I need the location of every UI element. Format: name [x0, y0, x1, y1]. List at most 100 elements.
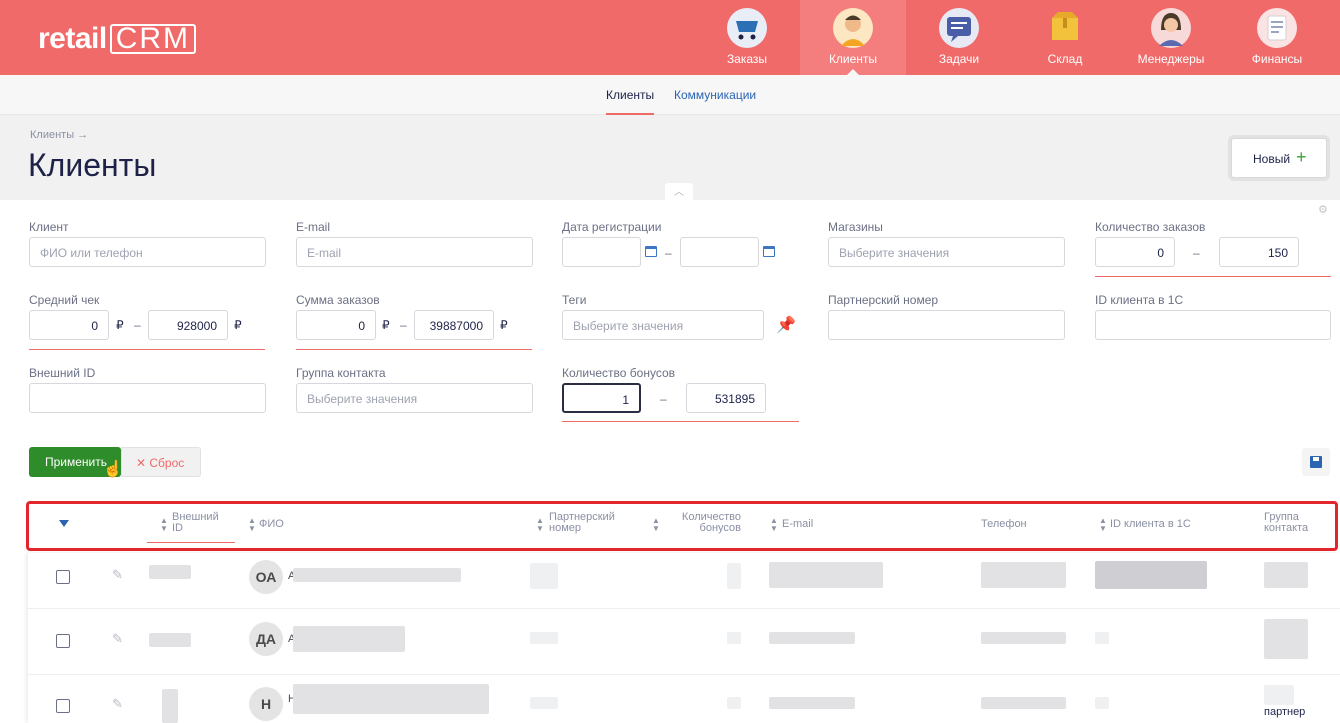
- sort-icon[interactable]: ▲ ▼: [1099, 517, 1107, 533]
- row-checkbox[interactable]: [56, 570, 70, 584]
- filter-email-label: E-mail: [296, 220, 331, 234]
- redacted-contact-group: [1264, 685, 1294, 705]
- nav-tasks[interactable]: Задачи: [906, 0, 1012, 75]
- redacted-client-name[interactable]: [293, 568, 461, 582]
- col-external-id[interactable]: Внешний ID: [172, 512, 219, 534]
- bonus-count-to-input[interactable]: 531895: [686, 383, 766, 413]
- reg-date-to-input[interactable]: [680, 237, 759, 267]
- col-partner-number[interactable]: Партнерский номер: [549, 512, 615, 534]
- external-id-input[interactable]: [29, 383, 266, 413]
- redacted-bonuses: [727, 563, 741, 589]
- redacted-client-name[interactable]: [293, 684, 489, 714]
- contact-group-select[interactable]: Выберите значения: [296, 383, 533, 413]
- email-input[interactable]: E-mail: [296, 237, 533, 267]
- tasks-chat-icon: [939, 8, 979, 48]
- avatar: ДА: [249, 622, 283, 656]
- bonus-count-from-input[interactable]: 1: [562, 383, 641, 413]
- subtab-communications[interactable]: Коммуникации: [674, 88, 756, 102]
- nav-managers[interactable]: Менеджеры: [1118, 0, 1224, 75]
- redacted-external-id: [162, 689, 178, 723]
- col-id-1c[interactable]: ID клиента в 1С: [1110, 519, 1191, 530]
- sort-icon[interactable]: ▲ ▼: [652, 517, 660, 533]
- calendar-icon[interactable]: [645, 246, 657, 257]
- redacted-email: [769, 632, 855, 644]
- col-bonuses[interactable]: Количество бонусов: [681, 512, 741, 534]
- col-fio[interactable]: ФИО: [259, 519, 284, 530]
- orders-count-from-input[interactable]: 0: [1095, 237, 1175, 267]
- redacted-partner-number: [530, 563, 558, 589]
- top-navigation-bar: retail CRM Заказы Клиенты Задачи Склад Ме…: [0, 0, 1340, 75]
- nav-clients[interactable]: Клиенты: [800, 0, 906, 75]
- tags-select[interactable]: Выберите значения: [562, 310, 764, 340]
- breadcrumb[interactable]: Клиенты →: [30, 129, 88, 141]
- col-phone[interactable]: Телефон: [981, 519, 1027, 530]
- sort-icon[interactable]: ▲ ▼: [248, 517, 256, 533]
- subtab-clients[interactable]: Клиенты: [606, 88, 655, 115]
- table-row[interactable]: ✎ ОА А: [28, 543, 1340, 609]
- redacted-partner-number: [530, 632, 558, 644]
- client-search-input[interactable]: ФИО или телефон: [29, 237, 266, 267]
- id-1c-input[interactable]: [1095, 310, 1331, 340]
- nav-finance[interactable]: Финансы: [1224, 0, 1330, 75]
- edit-pencil-icon[interactable]: ✎: [112, 696, 123, 712]
- edit-pencil-icon[interactable]: ✎: [112, 631, 123, 647]
- new-client-button[interactable]: Новый +: [1231, 138, 1327, 178]
- manager-avatar-icon: [1151, 8, 1191, 48]
- gear-icon[interactable]: ⚙: [1318, 203, 1328, 216]
- filter-partner-number-label: Партнерский номер: [828, 293, 939, 307]
- sort-icon[interactable]: ▲ ▼: [536, 517, 544, 533]
- avatar: ОА: [249, 560, 283, 594]
- active-filter-underline: [1095, 276, 1331, 277]
- avg-check-to-input[interactable]: 928000: [148, 310, 228, 340]
- row-checkbox[interactable]: [56, 634, 70, 648]
- row-checkbox[interactable]: [56, 699, 70, 713]
- save-filter-button[interactable]: [1302, 448, 1330, 476]
- chevron-up-icon[interactable]: ︿: [665, 183, 693, 200]
- hand-cursor-icon: ☝: [103, 461, 123, 478]
- filter-orders-sum-label: Сумма заказов: [296, 293, 380, 307]
- plus-icon: +: [1296, 147, 1307, 167]
- redacted-bonuses: [727, 697, 741, 709]
- shops-select[interactable]: Выберите значения: [828, 237, 1065, 267]
- col-email[interactable]: E-mail: [782, 519, 813, 530]
- avg-check-from-input[interactable]: 0: [29, 310, 109, 340]
- active-filter-underline: [562, 421, 799, 422]
- nav-orders-label: Заказы: [726, 52, 768, 66]
- redacted-external-id: [149, 565, 191, 579]
- orders-count-to-input[interactable]: 150: [1219, 237, 1299, 267]
- warehouse-box-icon: [1045, 8, 1085, 48]
- caret-down-icon[interactable]: [59, 520, 69, 527]
- orders-count-separator: –: [1193, 246, 1200, 260]
- nav-finance-label: Финансы: [1251, 52, 1303, 66]
- sort-icon[interactable]: ▲ ▼: [160, 517, 168, 533]
- reset-filter-button[interactable]: ✕ Сброс: [121, 447, 201, 477]
- redacted-phone: [981, 697, 1066, 709]
- nav-warehouse[interactable]: Склад: [1012, 0, 1118, 75]
- contact-group-partial: партнер: [1264, 706, 1306, 718]
- page-header: Клиенты → Клиенты Новый + ︿: [0, 115, 1340, 200]
- edit-pencil-icon[interactable]: ✎: [112, 567, 123, 583]
- active-filter-underline: [296, 349, 532, 350]
- filter-reg-date-label: Дата регистрации: [562, 220, 662, 234]
- redacted-contact-group: [1264, 619, 1308, 659]
- filter-orders-count-label: Количество заказов: [1095, 220, 1206, 234]
- close-icon: ✕: [136, 456, 150, 470]
- table-row[interactable]: ✎ ДА А: [28, 609, 1340, 675]
- partner-number-input[interactable]: [828, 310, 1065, 340]
- redacted-client-name[interactable]: [293, 626, 405, 652]
- calendar-icon[interactable]: [763, 246, 775, 257]
- col-contact-group[interactable]: Группа контакта: [1264, 512, 1308, 534]
- table-row[interactable]: ✎ Н Н партнер: [28, 675, 1340, 723]
- ruble-sign: ₽: [116, 318, 124, 332]
- orders-sum-to-input[interactable]: 39887000: [414, 310, 494, 340]
- orders-sum-from-input[interactable]: 0: [296, 310, 376, 340]
- sort-icon[interactable]: ▲ ▼: [770, 517, 778, 533]
- client-avatar-icon: [833, 8, 873, 48]
- nav-orders[interactable]: Заказы: [694, 0, 800, 75]
- pin-icon[interactable]: 📌: [776, 315, 796, 335]
- retailcrm-logo[interactable]: retail CRM: [38, 22, 197, 56]
- sub-navigation: Клиенты Коммуникации: [0, 75, 1340, 115]
- reg-date-from-input[interactable]: [562, 237, 641, 267]
- redacted-partner-number: [530, 697, 558, 709]
- nav-tasks-label: Задачи: [938, 52, 980, 66]
